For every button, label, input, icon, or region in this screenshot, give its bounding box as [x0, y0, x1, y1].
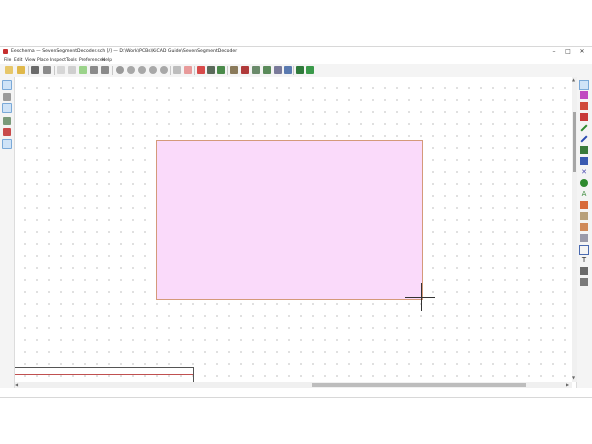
toolbar-separator: [227, 66, 228, 75]
hierarchical-label-icon[interactable]: [580, 212, 588, 220]
leave-sheet-icon[interactable]: [184, 66, 192, 74]
eeschema-window: Eeschema — SevenSegmentDecoder.sch [/] —…: [0, 46, 592, 398]
menu-file[interactable]: File: [4, 57, 11, 64]
scroll-up-arrow-icon[interactable]: ▲: [572, 77, 575, 83]
menu-help[interactable]: Help: [102, 57, 112, 64]
pcbnew-icon[interactable]: [284, 66, 292, 74]
units-mm-icon[interactable]: [2, 103, 12, 113]
new-schematic-icon[interactable]: [5, 66, 13, 74]
pcb-editor-icon[interactable]: [296, 66, 304, 74]
navigate-hierarchy-icon[interactable]: [173, 66, 181, 74]
menu-view[interactable]: View: [25, 57, 35, 64]
units-inch-icon[interactable]: [3, 93, 11, 101]
maximize-button[interactable]: □: [561, 47, 575, 57]
toolbar-separator: [54, 66, 55, 75]
page-settings-icon[interactable]: [43, 66, 51, 74]
wire-bus-entry-icon[interactable]: [580, 146, 588, 154]
add-power-icon[interactable]: [580, 113, 588, 121]
erc-icon[interactable]: [230, 66, 238, 74]
orthogonal-wires-icon[interactable]: [2, 139, 12, 149]
bom-list-icon[interactable]: [274, 66, 282, 74]
add-sheet-pin-icon[interactable]: [579, 245, 589, 255]
left-toolbar: [0, 77, 15, 397]
zoom-out-icon[interactable]: [138, 66, 146, 74]
menu-place[interactable]: Place: [37, 57, 49, 64]
close-button[interactable]: ✕: [575, 47, 589, 57]
toolbar-separator: [194, 66, 195, 75]
netlist-icon[interactable]: [241, 66, 249, 74]
paste-icon[interactable]: [68, 66, 76, 74]
add-wire-icon[interactable]: [580, 124, 588, 132]
find-replace-icon[interactable]: [101, 66, 109, 74]
crosshair-cursor-horizontal: [405, 297, 435, 298]
select-icon[interactable]: [579, 80, 589, 90]
window-title: Eeschema — SevenSegmentDecoder.sch [/] —…: [11, 49, 238, 54]
assign-footprints-icon[interactable]: [252, 66, 260, 74]
back-annotate-icon[interactable]: [306, 66, 314, 74]
vertical-scrollbar[interactable]: ▲ ▼: [572, 77, 577, 382]
right-toolbar: ✕ A T: [576, 77, 592, 397]
toolbar-separator: [293, 66, 294, 75]
symbol-browser-icon[interactable]: [207, 66, 215, 74]
global-label-icon[interactable]: [580, 201, 588, 209]
add-symbol-icon[interactable]: [580, 102, 588, 110]
add-bus-icon[interactable]: [580, 135, 588, 143]
menu-edit[interactable]: Edit: [14, 57, 23, 64]
annotate-icon[interactable]: [217, 66, 225, 74]
undo-icon[interactable]: [79, 66, 87, 74]
save-icon[interactable]: [31, 66, 39, 74]
open-icon[interactable]: [17, 66, 25, 74]
minimize-button[interactable]: –: [547, 47, 561, 57]
menu-preferences[interactable]: Preferences: [79, 57, 105, 64]
schematic-canvas[interactable]: [15, 77, 572, 383]
hierarchical-sheet-icon[interactable]: [580, 223, 588, 231]
find-icon[interactable]: [90, 66, 98, 74]
crosshair-cursor-vertical: [421, 283, 422, 311]
cursor-shape-icon[interactable]: [3, 117, 11, 125]
zoom-in-icon[interactable]: [127, 66, 135, 74]
import-sheet-pin-icon[interactable]: [580, 234, 588, 242]
menu-tools[interactable]: Tools: [66, 57, 77, 64]
hierarchical-sheet-rectangle[interactable]: [156, 140, 423, 300]
eeschema-app-icon: [3, 49, 8, 54]
net-label-icon[interactable]: A: [580, 190, 588, 198]
toolbar-separator: [28, 66, 29, 75]
menu-bar: File Edit View Place Inspect Tools Prefe…: [0, 57, 592, 64]
grid-toggle-icon[interactable]: [2, 80, 12, 90]
bom-icon[interactable]: [263, 66, 271, 74]
menu-inspect[interactable]: Inspect: [50, 57, 66, 64]
title-block-line: [15, 374, 193, 375]
zoom-selection-icon[interactable]: [160, 66, 168, 74]
main-toolbar: [0, 64, 592, 78]
junction-icon[interactable]: [580, 179, 588, 187]
horizontal-scroll-thumb[interactable]: [312, 383, 526, 387]
bus-bus-entry-icon[interactable]: [580, 157, 588, 165]
status-bar: [0, 388, 592, 397]
highlight-net-icon[interactable]: [580, 91, 588, 99]
vertical-scroll-thumb[interactable]: [573, 112, 576, 172]
title-block-fragment: [15, 367, 194, 383]
add-image-icon[interactable]: [580, 267, 588, 275]
title-bar: Eeschema — SevenSegmentDecoder.sch [/] —…: [0, 47, 592, 57]
refresh-icon[interactable]: [116, 66, 124, 74]
zoom-fit-icon[interactable]: [149, 66, 157, 74]
no-connect-icon[interactable]: ✕: [580, 168, 588, 176]
toolbar-separator: [112, 66, 113, 75]
hidden-pins-icon[interactable]: [3, 128, 11, 136]
symbol-editor-icon[interactable]: [197, 66, 205, 74]
scroll-down-arrow-icon[interactable]: ▼: [572, 375, 575, 381]
delete-icon[interactable]: [580, 278, 588, 286]
print-icon[interactable]: [57, 66, 65, 74]
add-text-icon[interactable]: T: [580, 256, 588, 264]
toolbar-separator: [170, 66, 171, 75]
